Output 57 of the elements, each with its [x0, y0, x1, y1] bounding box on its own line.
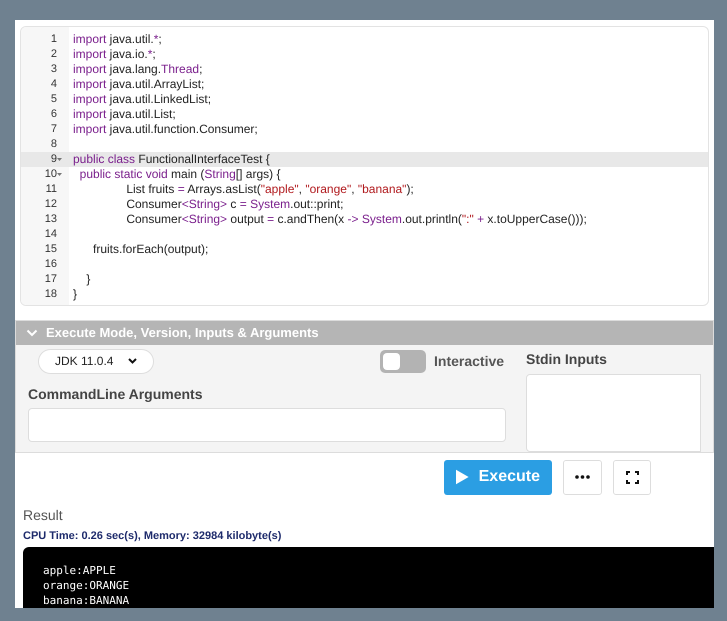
output-line: apple:APPLE — [43, 563, 117, 578]
code-line: import java.lang.Thread; — [73, 62, 202, 77]
code-line: public class FunctionalInterfaceTest { — [73, 152, 270, 167]
execute-button[interactable]: Execute — [444, 460, 552, 494]
code-line: } — [73, 287, 78, 302]
fullscreen-button[interactable] — [613, 460, 651, 494]
more-icon — [575, 475, 590, 479]
more-options-button[interactable] — [563, 460, 602, 494]
fullscreen-icon — [626, 470, 638, 484]
line-number: 7 — [50, 122, 57, 138]
code-line: public static void main (String[] args) { — [78, 167, 280, 182]
result-stats: CPU Time: 0.26 sec(s), Memory: 32984 kilobyte(s) — [23, 528, 282, 544]
line-number: 3 — [50, 62, 57, 78]
line-number: 11 — [46, 182, 57, 198]
code-line: import java.util.LinkedList; — [73, 92, 212, 107]
interactive-label: Interactive — [434, 352, 504, 370]
args-input-field[interactable] — [28, 408, 506, 442]
line-number: 10 — [44, 167, 57, 182]
line-number: 9 — [50, 152, 57, 168]
code-line: import java.util.function.Consumer; — [73, 122, 258, 137]
code-editor[interactable] — [20, 26, 709, 306]
output-line: banana:BANANA — [43, 593, 130, 608]
line-number: 1 — [50, 32, 57, 48]
chevron-down-icon — [128, 358, 137, 364]
line-number: 5 — [50, 92, 57, 108]
version-dropdown[interactable]: JDK 11.0.4 — [38, 348, 154, 374]
fold-icon[interactable] — [57, 158, 62, 161]
line-number: 15 — [44, 242, 57, 258]
code-line: import java.util.ArrayList; — [73, 77, 204, 92]
line-number: 4 — [50, 77, 57, 92]
line-number: 12 — [44, 197, 57, 212]
code-line: import java.util.*; — [73, 32, 162, 47]
options-header[interactable]: Execute Mode, Version, Inputs & Arguments — [16, 320, 713, 344]
code-line: import java.io.*; — [73, 47, 156, 62]
line-number: 18 — [44, 287, 57, 302]
play-icon — [456, 469, 469, 485]
code-line: } — [85, 272, 90, 287]
line-number: 13 — [44, 212, 57, 228]
code-line: fruits.forEach(output); — [92, 242, 208, 257]
line-number: 8 — [50, 137, 57, 152]
result-title: Result — [23, 506, 64, 524]
line-number: 2 — [50, 47, 57, 62]
code-line: Consumer<String> output = c.andThen(x -> System.out.println(":" + x.toUpperCase())); — [125, 212, 587, 227]
line-number: 14 — [44, 227, 57, 242]
stdin-label: Stdin Inputs — [526, 350, 608, 369]
code-line: Consumer<String> c = System.out::print; — [125, 197, 344, 212]
line-number: 16 — [44, 257, 57, 272]
args-label: CommandLine Arguments — [28, 384, 204, 404]
code-line: import java.util.List; — [73, 107, 176, 122]
output-line: orange:ORANGE — [43, 578, 130, 593]
code-line: List fruits = Arrays.asList("apple", "orange", "banana"); — [125, 182, 414, 197]
line-number: 17 — [44, 272, 57, 288]
stdin-input-field[interactable] — [526, 374, 701, 452]
line-number: 6 — [50, 107, 57, 122]
chevron-icon — [26, 328, 38, 336]
fold-icon[interactable] — [57, 173, 62, 176]
interactive-toggle[interactable] — [380, 350, 426, 372]
